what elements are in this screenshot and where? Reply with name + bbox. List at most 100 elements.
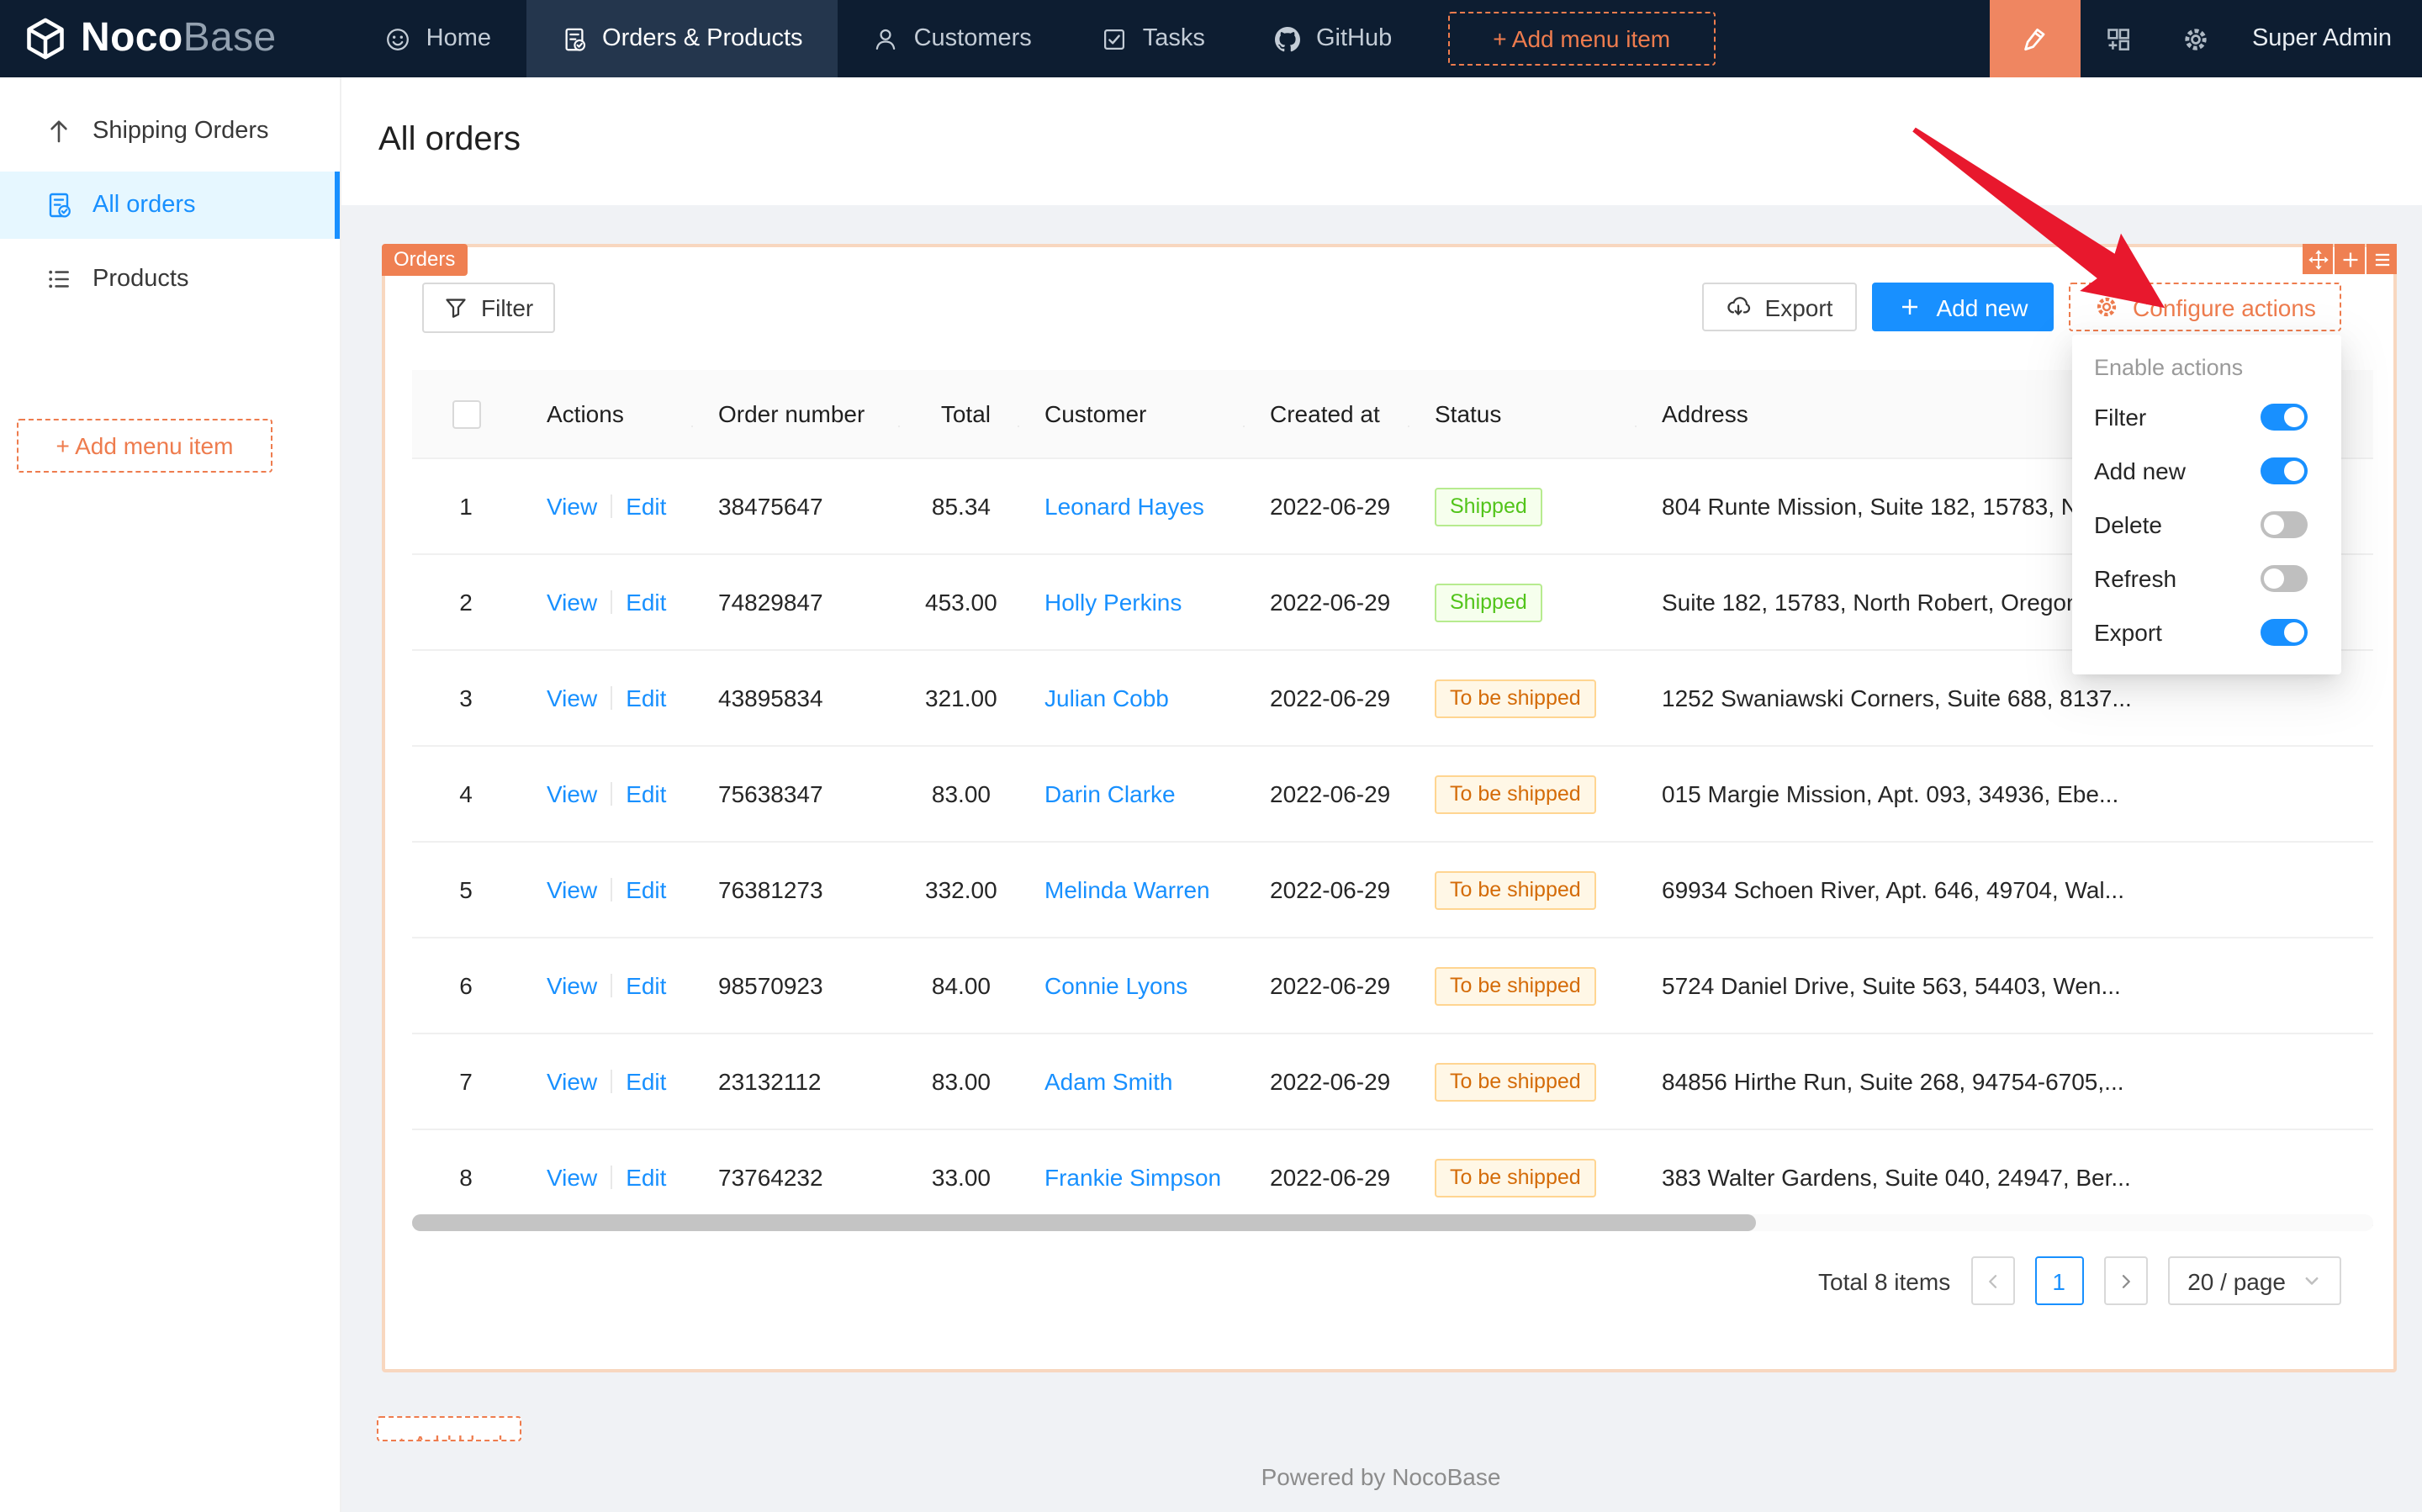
table-row: 4ViewEdit7563834783.00Darin Clarke2022-0… <box>412 747 2373 843</box>
view-link[interactable]: View <box>547 1068 597 1095</box>
table-row: 8ViewEdit7376423233.00Frankie Simpson202… <box>412 1130 2373 1226</box>
edit-link[interactable]: Edit <box>626 493 666 520</box>
nav-item-tasks[interactable]: Tasks <box>1067 0 1240 77</box>
customer-link[interactable]: Darin Clarke <box>1044 780 1176 807</box>
sidebar-item-all-orders[interactable]: All orders <box>0 172 340 239</box>
add-new-button-label: Add new <box>1937 293 2028 320</box>
plugin-manager-button[interactable] <box>2081 0 2158 77</box>
settings-button[interactable] <box>2158 0 2235 77</box>
nav-item-label: Customers <box>914 25 1032 52</box>
edit-link[interactable]: Edit <box>626 780 666 807</box>
edit-link[interactable]: Edit <box>626 1068 666 1095</box>
customer-link[interactable]: Melinda Warren <box>1044 876 1210 903</box>
page-number-button[interactable]: 1 <box>2034 1256 2083 1305</box>
add-block-handle[interactable] <box>2335 244 2365 274</box>
toggle-refresh[interactable] <box>2261 565 2308 592</box>
row-index[interactable]: 8 <box>412 1164 520 1191</box>
popup-item-label: Export <box>2094 619 2162 646</box>
status-cell: To be shipped <box>1408 1062 1635 1101</box>
edit-link[interactable]: Edit <box>626 876 666 903</box>
plus-icon <box>1898 294 1923 320</box>
row-index[interactable]: 6 <box>412 972 520 999</box>
horizontal-scrollbar[interactable] <box>412 1214 2373 1231</box>
chevron-left-icon <box>1982 1271 2002 1291</box>
add-new-button[interactable]: Add new <box>1872 283 2054 331</box>
view-link[interactable]: View <box>547 780 597 807</box>
filter-button[interactable]: Filter <box>422 283 555 333</box>
row-index[interactable]: 1 <box>412 493 520 520</box>
pagination-total: Total 8 items <box>1818 1267 1950 1294</box>
popup-item-filter[interactable]: Filter <box>2072 390 2341 444</box>
toggle-delete[interactable] <box>2261 511 2308 538</box>
popup-item-add-new[interactable]: Add new <box>2072 444 2341 498</box>
customer-link[interactable]: Frankie Simpson <box>1044 1164 1221 1191</box>
action-divider <box>611 686 612 710</box>
action-divider <box>611 1070 612 1093</box>
scrollbar-thumb[interactable] <box>412 1214 1756 1231</box>
nav-item-orders-products[interactable]: Orders & Products <box>526 0 838 77</box>
address-cell: 383 Walter Gardens, Suite 040, 24947, Be… <box>1635 1164 2375 1191</box>
action-divider <box>611 974 612 997</box>
sidebar-item-shipping-orders[interactable]: Shipping Orders <box>0 98 340 165</box>
toggle-filter[interactable] <box>2261 404 2308 431</box>
popup-item-delete[interactable]: Delete <box>2072 498 2341 552</box>
user-menu[interactable]: Super Admin <box>2235 25 2422 52</box>
customer-link[interactable]: Holly Perkins <box>1044 589 1182 616</box>
navbar-right: Super Admin <box>1990 0 2422 77</box>
popup-item-label: Add new <box>2094 457 2186 484</box>
filter-funnel-icon <box>444 296 468 320</box>
row-index[interactable]: 7 <box>412 1068 520 1095</box>
view-link[interactable]: View <box>547 685 597 711</box>
table-row: 6ViewEdit9857092384.00Connie Lyons2022-0… <box>412 938 2373 1034</box>
navbar-add-menu-item-button[interactable]: + Add menu item <box>1447 12 1716 66</box>
edit-link[interactable]: Edit <box>626 589 666 616</box>
edit-link[interactable]: Edit <box>626 972 666 999</box>
sidebar-add-menu-item-button[interactable]: + Add menu item <box>17 419 272 473</box>
customer-link[interactable]: Connie Lyons <box>1044 972 1187 999</box>
sidebar-item-products[interactable]: Products <box>0 246 340 313</box>
page-size-select[interactable]: 20 / page <box>2167 1256 2341 1305</box>
status-badge: To be shipped <box>1435 775 1596 813</box>
edit-link[interactable]: Edit <box>626 1164 666 1191</box>
status-badge: To be shipped <box>1435 1062 1596 1101</box>
customer-link[interactable]: Leonard Hayes <box>1044 493 1204 520</box>
ui-editor-button[interactable] <box>1990 0 2081 77</box>
nav-item-home[interactable]: Home <box>351 0 526 77</box>
edit-link[interactable]: Edit <box>626 685 666 711</box>
customer-link[interactable]: Adam Smith <box>1044 1068 1173 1095</box>
view-link[interactable]: View <box>547 1164 597 1191</box>
drag-handle[interactable] <box>2303 244 2333 274</box>
nav-item-label: Orders & Products <box>602 25 803 52</box>
prev-page-button[interactable] <box>1970 1256 2014 1305</box>
block-menu-handle[interactable] <box>2366 244 2397 274</box>
logo[interactable]: NocoBase <box>0 15 307 62</box>
popup-item-refresh[interactable]: Refresh <box>2072 552 2341 605</box>
nav-item-github[interactable]: GitHub <box>1240 0 1427 77</box>
row-index[interactable]: 2 <box>412 589 520 616</box>
order-number-cell: 98570923 <box>691 972 898 999</box>
row-index[interactable]: 4 <box>412 780 520 807</box>
popup-items: Filter Add new DeleteRefresh Export <box>2072 390 2341 659</box>
add-block-button[interactable]: + Add block <box>377 1416 521 1441</box>
view-link[interactable]: View <box>547 493 597 520</box>
select-all-checkbox[interactable] <box>452 399 480 428</box>
highlighter-pen-icon <box>2021 24 2049 53</box>
created-at-cell: 2022-06-29 <box>1243 780 1408 807</box>
view-link[interactable]: View <box>547 972 597 999</box>
customer-link[interactable]: Julian Cobb <box>1044 685 1169 711</box>
nav-item-customers[interactable]: Customers <box>838 0 1067 77</box>
configure-actions-button[interactable]: Configure actions <box>2069 283 2341 331</box>
view-link[interactable]: View <box>547 876 597 903</box>
github-icon <box>1276 26 1301 51</box>
row-index[interactable]: 3 <box>412 685 520 711</box>
block-collection-tag: Orders <box>382 244 467 276</box>
order-number-cell: 38475647 <box>691 493 898 520</box>
toggle-add-new[interactable] <box>2261 457 2308 484</box>
toggle-export[interactable] <box>2261 619 2308 646</box>
next-page-button[interactable] <box>2103 1256 2147 1305</box>
export-button[interactable]: Export <box>1702 283 1857 331</box>
row-index[interactable]: 5 <box>412 876 520 903</box>
view-link[interactable]: View <box>547 589 597 616</box>
doc-check-icon <box>562 26 587 51</box>
popup-item-export[interactable]: Export <box>2072 605 2341 659</box>
